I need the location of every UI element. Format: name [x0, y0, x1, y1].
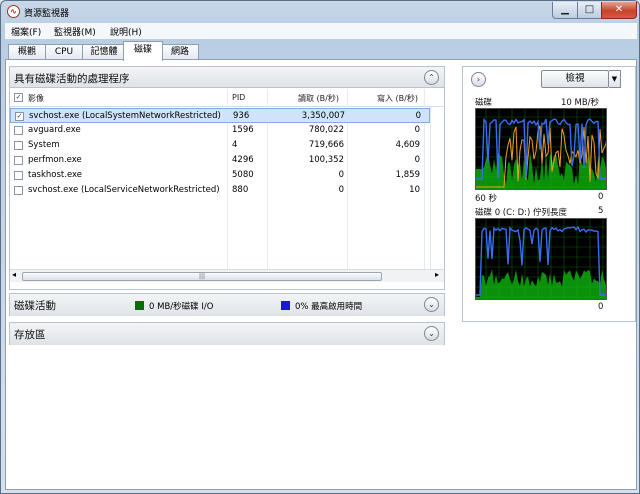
storage-title: 存放區 [14, 329, 46, 341]
process-panel: 具有磁碟活動的處理程序 ⌃ ✓ 影像 PID 讀取 (B/秒) 寫入 (B/秒)… [9, 66, 445, 290]
collapse-graph-pane-icon[interactable]: › [471, 72, 486, 87]
cell-read: 100,352 [308, 155, 344, 165]
column-image[interactable]: 影像 [28, 93, 44, 104]
cell-write: 1,859 [395, 170, 420, 180]
disk-activity-panel[interactable]: 磁碟活動 0 MB/秒磁碟 I/O 0% 最高啟用時間 ⌄ [9, 293, 445, 316]
view-dropdown-icon[interactable]: ▼ [609, 70, 621, 88]
cell-image: taskhost.exe [28, 170, 83, 180]
window-title: 資源監視器 [24, 9, 70, 19]
column-read[interactable]: 讀取 (B/秒) [298, 93, 339, 104]
queue-graph-label: 磁碟 0 (C: D:) 佇列長度 [475, 208, 568, 218]
cell-read: 3,350,007 [301, 111, 345, 121]
tab-cpu[interactable]: CPU [45, 44, 83, 60]
cell-image: System [28, 140, 60, 150]
queue-area [476, 269, 606, 299]
graph-pane: › 檢視 ▼ 磁碟 10 MB/秒 60 秒 0 磁碟 0 (C: D:) 佇列… [462, 66, 636, 322]
disk-graph-chart [476, 109, 606, 189]
table-row[interactable]: perfmon.exe 4296 100,352 0 [10, 153, 430, 168]
cell-image: svchost.exe (LocalSystemNetworkRestricte… [29, 111, 221, 121]
menu-bar: 檔案(F) 監視器(M) 說明(H) [5, 23, 637, 39]
cell-write: 0 [414, 155, 420, 165]
maximize-button[interactable]: □ [577, 2, 602, 19]
tab-strip: 概觀 CPU 記憶體 磁碟 網路 [5, 40, 637, 61]
table-row[interactable]: svchost.exe (LocalServiceNetworkRestrict… [10, 183, 430, 198]
disk-graph-max: 10 MB/秒 [561, 98, 600, 108]
storage-header[interactable]: 存放區 ⌄ [10, 323, 444, 345]
table-row[interactable]: ✓ svchost.exe (LocalSystemNetworkRestrict… [10, 108, 430, 123]
tab-network[interactable]: 網路 [161, 44, 199, 60]
tab-disk[interactable]: 磁碟 [123, 41, 163, 61]
scroll-right-icon[interactable]: ▸ [435, 270, 439, 279]
scroll-left-icon[interactable]: ◂ [12, 270, 16, 279]
menu-file[interactable]: 檔案(F) [11, 25, 41, 38]
table-row[interactable]: avguard.exe 1596 780,022 0 [10, 123, 430, 138]
cell-write: 0 [415, 111, 421, 121]
menu-monitor[interactable]: 監視器(M) [54, 25, 96, 38]
column-write[interactable]: 寫入 (B/秒) [377, 93, 418, 104]
cell-read: 0 [338, 170, 344, 180]
queue-graph-max: 5 [598, 206, 604, 216]
disk-io-legend: 0 MB/秒磁碟 I/O [149, 302, 214, 312]
expand-down-icon[interactable]: ⌄ [424, 326, 439, 341]
cell-read: 780,022 [308, 125, 344, 135]
cell-write: 10 [409, 185, 420, 195]
resource-monitor-icon: ∿ [7, 5, 20, 18]
expand-down-icon[interactable]: ⌄ [424, 297, 439, 312]
active-time-legend: 0% 最高啟用時間 [295, 302, 363, 312]
disk-activity-title: 磁碟活動 [14, 300, 56, 312]
disk-activity-header[interactable]: 磁碟活動 0 MB/秒磁碟 I/O 0% 最高啟用時間 ⌄ [10, 294, 444, 316]
view-button[interactable]: 檢視 [541, 70, 609, 88]
process-section-title: 具有磁碟活動的處理程序 [14, 73, 130, 85]
select-all-checkbox[interactable]: ✓ [14, 93, 23, 102]
menu-help[interactable]: 說明(H) [110, 25, 142, 38]
cell-pid: 5080 [232, 170, 254, 180]
row-checkbox[interactable] [14, 126, 23, 135]
row-checkbox[interactable] [14, 186, 23, 195]
process-section-header[interactable]: 具有磁碟活動的處理程序 ⌃ [10, 67, 444, 88]
queue-graph-chart [476, 219, 606, 299]
storage-panel[interactable]: 存放區 ⌄ [9, 322, 445, 345]
cell-read: 719,666 [308, 140, 344, 150]
disk-graph [475, 108, 607, 190]
disk-graph-min: 0 [598, 192, 604, 202]
queue-graph [475, 218, 607, 300]
table-row[interactable]: taskhost.exe 5080 0 1,859 [10, 168, 430, 183]
row-checkbox[interactable] [14, 171, 23, 180]
disk-graph-label: 磁碟 [475, 98, 493, 108]
cell-pid: 880 [232, 185, 249, 195]
row-checkbox[interactable]: ✓ [15, 112, 24, 121]
cell-image: avguard.exe [28, 125, 81, 135]
row-checkbox[interactable] [14, 156, 23, 165]
cell-write: 0 [414, 125, 420, 135]
title-bar[interactable]: ∿ 資源監視器 ▁ □ ✕ [1, 1, 639, 22]
horizontal-scrollbar[interactable]: ◂ ||| ▸ [10, 269, 444, 282]
queue-graph-min: 0 [598, 302, 604, 312]
active-time-legend-swatch [281, 301, 290, 310]
tab-overview[interactable]: 概觀 [8, 44, 46, 60]
minimize-button[interactable]: ▁ [552, 2, 578, 19]
column-pid[interactable]: PID [232, 93, 245, 102]
process-table: ✓ 影像 PID 讀取 (B/秒) 寫入 (B/秒) ✓ svchost.exe … [10, 89, 444, 269]
disk-graph-time-span: 60 秒 [475, 194, 498, 204]
cell-read: 0 [338, 185, 344, 195]
scroll-thumb[interactable]: ||| [22, 272, 382, 281]
cell-pid: 4 [232, 140, 238, 150]
cell-image: perfmon.exe [28, 155, 82, 165]
vertical-scroll-area[interactable] [430, 107, 444, 269]
disk-io-legend-swatch [135, 301, 144, 310]
cell-write: 4,609 [395, 140, 420, 150]
cell-image: svchost.exe (LocalServiceNetworkRestrict… [28, 185, 220, 195]
resource-monitor-window: ∿ 資源監視器 ▁ □ ✕ 檔案(F) 監視器(M) 說明(H) 概觀 CPU … [0, 0, 640, 494]
collapse-up-icon[interactable]: ⌃ [424, 70, 439, 85]
cell-pid: 1596 [232, 125, 254, 135]
tab-memory[interactable]: 記憶體 [82, 44, 126, 60]
cell-pid: 4296 [232, 155, 254, 165]
table-row[interactable]: System 4 719,666 4,609 [10, 138, 430, 153]
cell-pid: 936 [233, 111, 250, 121]
close-button[interactable]: ✕ [601, 2, 637, 19]
tab-content: 具有磁碟活動的處理程序 ⌃ ✓ 影像 PID 讀取 (B/秒) 寫入 (B/秒)… [5, 59, 637, 490]
row-checkbox[interactable] [14, 141, 23, 150]
